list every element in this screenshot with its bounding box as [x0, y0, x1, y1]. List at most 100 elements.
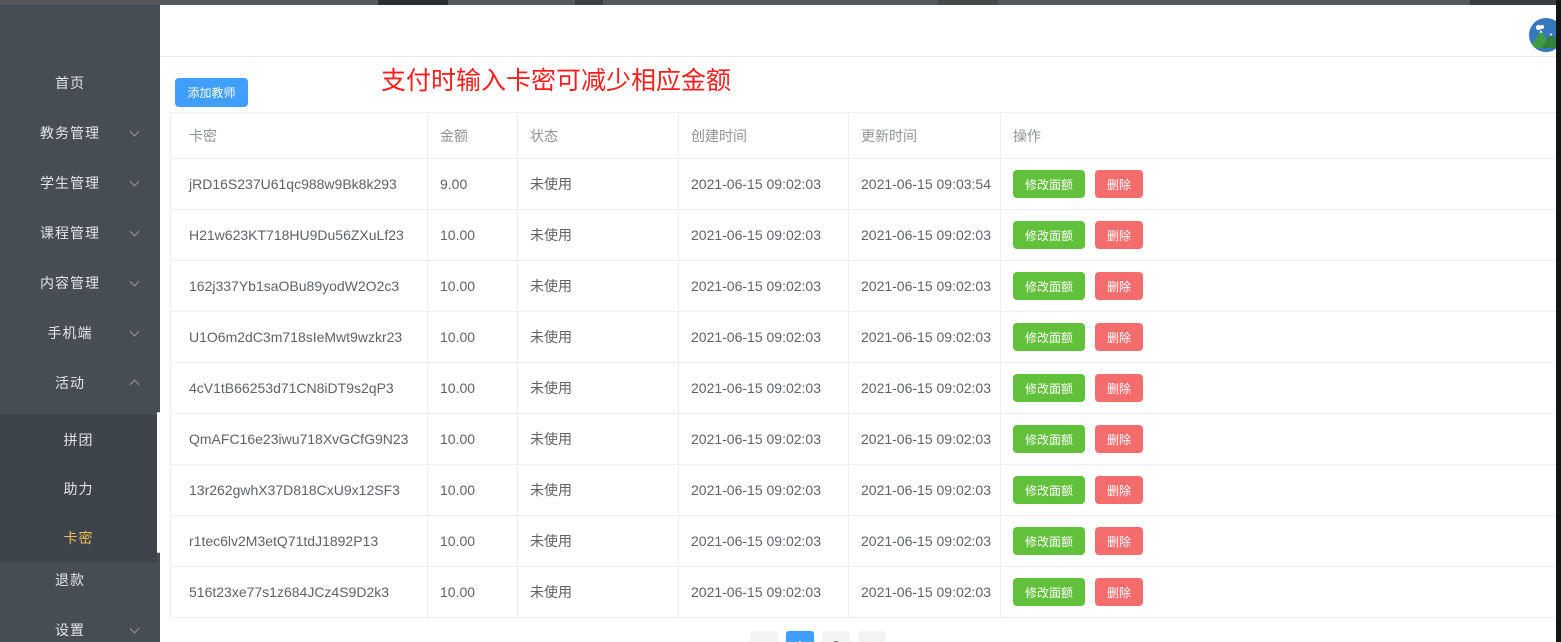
cell-status: 未使用: [518, 159, 679, 209]
cell-updated-time: 2021-06-15 09:02:03: [849, 414, 1001, 464]
sidebar-subitem-assist[interactable]: 助力: [0, 464, 157, 513]
column-header-status: 状态: [518, 113, 679, 158]
sidebar-item-label: 学生管理: [40, 175, 100, 191]
cell-updated-time: 2021-06-15 09:02:03: [849, 465, 1001, 515]
sidebar-item-academic-mgmt[interactable]: 教务管理: [0, 108, 160, 158]
sidebar-item-label: 课程管理: [40, 225, 100, 241]
cell-status: 未使用: [518, 363, 679, 413]
cell-status: 未使用: [518, 414, 679, 464]
table-row: U1O6m2dC3m718sIeMwt9wzkr23 10.00 未使用 2021-0…: [171, 312, 1556, 363]
chrome-tab-fragment: [575, 0, 603, 5]
delete-button[interactable]: 删除: [1095, 527, 1144, 555]
table-row: 516t23xe77s1z684JCz4S9D2k3 10.00 未使用 2021-0…: [171, 567, 1556, 618]
cell-actions: 修改面额 删除: [1001, 363, 1556, 413]
delete-button[interactable]: 删除: [1095, 272, 1144, 300]
browser-chrome-strip: [0, 0, 1556, 5]
chrome-tab-fragment: [1470, 0, 1556, 5]
sidebar-item-refund[interactable]: 退款: [0, 555, 160, 605]
table-row: 162j337Yb1saOBu89yodW2O2c3 10.00 未使用 2021-0…: [171, 261, 1556, 312]
cell-card-key: H21w623KT718HU9Du56ZXuLf23: [171, 210, 428, 260]
top-header-bar: [160, 5, 1556, 57]
sidebar-submenu-activities: 拼团 助力 卡密: [0, 415, 157, 562]
delete-button[interactable]: 删除: [1095, 323, 1144, 351]
table-row: jRD16S237U61qc988w9Bk8k293 9.00 未使用 2021-06…: [171, 159, 1556, 210]
table-header-row: 卡密 金额 状态 创建时间 更新时间 操作: [171, 113, 1556, 159]
cell-status: 未使用: [518, 261, 679, 311]
cell-created-time: 2021-06-15 09:02:03: [679, 465, 849, 515]
cell-created-time: 2021-06-15 09:02:03: [679, 159, 849, 209]
sidebar-item-mobile[interactable]: 手机端: [0, 308, 160, 358]
edit-amount-button[interactable]: 修改面额: [1013, 425, 1086, 453]
table-row: QmAFC16e23iwu718XvGCfG9N23 10.00 未使用 2021-0…: [171, 414, 1556, 465]
sidebar-nav: 首页教务管理学生管理课程管理内容管理手机端活动 拼团助力卡密 退款设置: [0, 5, 160, 642]
cell-created-time: 2021-06-15 09:02:03: [679, 261, 849, 311]
cell-card-key: 516t23xe77s1z684JCz4S9D2k3: [171, 567, 428, 617]
sidebar-item-activities[interactable]: 活动: [0, 358, 160, 408]
column-header-amount: 金额: [428, 113, 518, 158]
delete-button[interactable]: 删除: [1095, 374, 1144, 402]
edit-amount-button[interactable]: 修改面额: [1013, 272, 1086, 300]
page-button-1[interactable]: 1: [786, 631, 814, 642]
sidebar-item-student-mgmt[interactable]: 学生管理: [0, 158, 160, 208]
sidebar-item-label: 设置: [55, 622, 85, 638]
cell-amount: 10.00: [428, 312, 518, 362]
sidebar-item-content-mgmt[interactable]: 内容管理: [0, 258, 160, 308]
sidebar-item-label: 手机端: [47, 325, 93, 341]
cell-updated-time: 2021-06-15 09:03:54: [849, 159, 1001, 209]
cell-amount: 10.00: [428, 516, 518, 566]
cell-status: 未使用: [518, 210, 679, 260]
sidebar-item-label: 内容管理: [40, 275, 100, 291]
cell-updated-time: 2021-06-15 09:02:03: [849, 261, 1001, 311]
sidebar-subitem-label: 卡密: [63, 529, 94, 546]
sidebar-item-label: 首页: [55, 75, 85, 91]
cell-created-time: 2021-06-15 09:02:03: [679, 363, 849, 413]
cell-actions: 修改面额 删除: [1001, 465, 1556, 515]
sidebar-item-home[interactable]: 首页: [0, 58, 160, 108]
cell-status: 未使用: [518, 465, 679, 515]
edit-amount-button[interactable]: 修改面额: [1013, 323, 1086, 351]
chrome-tab-fragment: [378, 0, 448, 5]
cell-actions: 修改面额 删除: [1001, 516, 1556, 566]
cell-updated-time: 2021-06-15 09:02:03: [849, 312, 1001, 362]
edit-amount-button[interactable]: 修改面额: [1013, 170, 1086, 198]
sidebar-scrollbar-thumb[interactable]: [157, 412, 160, 553]
next-page-button[interactable]: ›: [858, 631, 886, 642]
column-header-actions: 操作: [1013, 127, 1041, 144]
cell-created-time: 2021-06-15 09:02:03: [679, 567, 849, 617]
column-header-created-time: 创建时间: [679, 113, 849, 158]
sidebar-subitem-label: 拼团: [63, 431, 94, 448]
sidebar-item-label: 教务管理: [40, 125, 100, 141]
edit-amount-button[interactable]: 修改面额: [1013, 527, 1086, 555]
cell-amount: 10.00: [428, 414, 518, 464]
cell-actions: 修改面额 删除: [1001, 312, 1556, 362]
sidebar-subitem-group-buy[interactable]: 拼团: [0, 415, 157, 464]
cell-amount: 10.00: [428, 363, 518, 413]
table-row: 4cV1tB66253d71CN8iDT9s2qP3 10.00 未使用 2021-0…: [171, 363, 1556, 414]
cell-status: 未使用: [518, 312, 679, 362]
card-key-table: 卡密 金额 状态 创建时间 更新时间 操作 jRD16S237U61qc988w9Bk8k…: [170, 112, 1557, 618]
add-teacher-button[interactable]: 添加教师: [175, 78, 248, 107]
page-button-2[interactable]: 2: [822, 631, 850, 642]
edit-amount-button[interactable]: 修改面额: [1013, 476, 1086, 504]
cell-actions: 修改面额 删除: [1001, 210, 1556, 260]
cell-card-key: U1O6m2dC3m718sIeMwt9wzkr23: [171, 312, 428, 362]
sidebar-item-course-mgmt[interactable]: 课程管理: [0, 208, 160, 258]
delete-button[interactable]: 删除: [1095, 170, 1144, 198]
delete-button[interactable]: 删除: [1095, 476, 1144, 504]
cell-amount: 10.00: [428, 210, 518, 260]
sidebar-item-label: 退款: [55, 572, 85, 588]
delete-button[interactable]: 删除: [1095, 221, 1144, 249]
cell-card-key: 13r262gwhX37D818CxU9x12SF3: [171, 465, 428, 515]
edit-amount-button[interactable]: 修改面额: [1013, 578, 1086, 606]
cell-created-time: 2021-06-15 09:02:03: [679, 210, 849, 260]
cell-amount: 10.00: [428, 567, 518, 617]
delete-button[interactable]: 删除: [1095, 578, 1144, 606]
table-row: r1tec6lv2M3etQ71tdJ1892P13 10.00 未使用 2021-0…: [171, 516, 1556, 567]
sidebar-item-settings[interactable]: 设置: [0, 605, 160, 642]
prev-page-button[interactable]: ‹: [750, 631, 778, 642]
edit-amount-button[interactable]: 修改面额: [1013, 221, 1086, 249]
cell-updated-time: 2021-06-15 09:02:03: [849, 567, 1001, 617]
table-row: 13r262gwhX37D818CxU9x12SF3 10.00 未使用 2021-0…: [171, 465, 1556, 516]
delete-button[interactable]: 删除: [1095, 425, 1144, 453]
edit-amount-button[interactable]: 修改面额: [1013, 374, 1086, 402]
